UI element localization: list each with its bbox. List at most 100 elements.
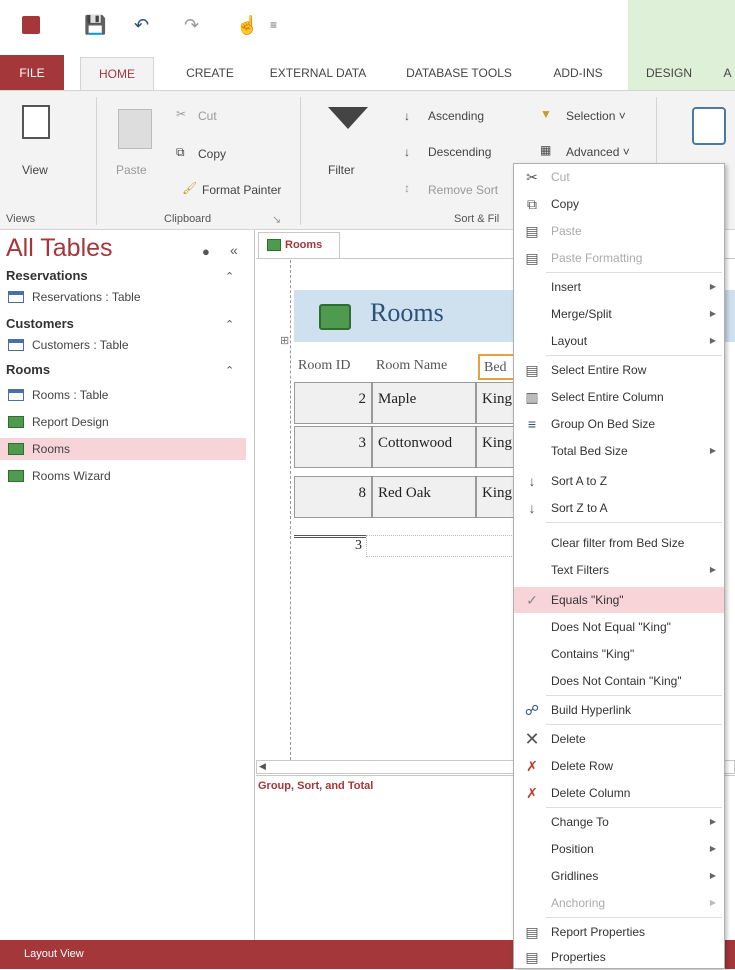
column-header-bed-size[interactable]: Bed: [478, 354, 518, 380]
nav-group-rooms[interactable]: Rooms: [6, 362, 50, 377]
nav-group-reservations[interactable]: Reservations: [6, 268, 88, 283]
undo-icon[interactable]: ↶: [134, 14, 149, 36]
menu-item-label: Select Entire Row: [551, 363, 647, 377]
tab-design[interactable]: DESIGN: [634, 55, 704, 91]
cell-room-name[interactable]: Red Oak: [372, 476, 476, 518]
menu-item-group-on[interactable]: ≡ Group On Bed Size: [514, 411, 724, 437]
menu-item-select-entire-column[interactable]: ▥ Select Entire Column: [514, 384, 724, 410]
remove-sort-button[interactable]: Remove Sort: [428, 183, 498, 197]
menu-item-equals-king[interactable]: ✓ Equals "King": [514, 587, 724, 613]
tab-database-tools[interactable]: DATABASE TOOLS: [396, 55, 522, 91]
refresh-all-icon[interactable]: [692, 107, 726, 145]
menu-item-cut[interactable]: ✂ Cut: [514, 164, 724, 190]
menu-item-label: Sort A to Z: [551, 474, 608, 488]
nav-group-customers[interactable]: Customers: [6, 316, 74, 331]
tab-add-ins[interactable]: ADD-INS: [540, 55, 616, 91]
cell-bed-size[interactable]: King: [476, 382, 518, 424]
menu-item-change-to[interactable]: Change To ▶: [514, 809, 724, 835]
cell-room-id[interactable]: 2: [294, 382, 372, 424]
record-count[interactable]: 3: [294, 535, 366, 557]
ascending-button[interactable]: Ascending: [428, 109, 484, 123]
menu-item-sort-a-to-z[interactable]: ↓ Sort A to Z: [514, 468, 724, 494]
layout-selector-icon[interactable]: ⊞: [280, 334, 289, 347]
report-logo-icon[interactable]: [319, 304, 351, 330]
nav-item-rooms-report-selected[interactable]: Rooms: [0, 438, 246, 460]
menu-item-layout[interactable]: Layout ▶: [514, 328, 724, 354]
collapse-icon[interactable]: ⌃: [225, 318, 234, 331]
nav-menu-icon[interactable]: ●: [202, 244, 210, 259]
cell-room-id[interactable]: 8: [294, 476, 372, 518]
menu-item-position[interactable]: Position ▶: [514, 836, 724, 862]
scroll-left-icon[interactable]: ◀: [259, 761, 266, 772]
tab-arrange-cutoff[interactable]: A: [720, 55, 735, 91]
menu-item-paste-formatting[interactable]: ▤ Paste Formatting: [514, 245, 724, 271]
redo-icon[interactable]: ↷: [184, 14, 199, 36]
menu-item-select-entire-row[interactable]: ▤ Select Entire Row: [514, 357, 724, 383]
tab-file[interactable]: FILE: [0, 55, 64, 91]
cut-button[interactable]: Cut: [198, 109, 217, 123]
menu-item-properties[interactable]: ▤ Properties: [514, 944, 724, 970]
cell-bed-size[interactable]: King: [476, 426, 518, 468]
shutter-bar-icon[interactable]: «: [230, 242, 238, 258]
cell-room-name[interactable]: Maple: [372, 382, 476, 424]
customize-qat-icon[interactable]: ≡: [270, 14, 277, 36]
filter-icon: [328, 107, 368, 129]
menu-item-delete[interactable]: ✕ Delete: [514, 726, 724, 752]
dialog-launcher-icon[interactable]: ↘: [272, 213, 281, 226]
nav-item-customers-table[interactable]: Customers : Table: [6, 334, 246, 356]
menu-item-contains-king[interactable]: Contains "King": [514, 641, 724, 667]
cell-bed-size[interactable]: King: [476, 476, 518, 518]
selection-button[interactable]: Selection ˅: [566, 109, 626, 123]
table-icon: [8, 291, 24, 303]
menu-item-text-filters[interactable]: Text Filters ▶: [514, 557, 724, 583]
menu-item-copy[interactable]: ⧉ Copy: [514, 191, 724, 217]
advanced-button[interactable]: Advanced ˅: [566, 145, 630, 159]
menu-item-delete-row[interactable]: ✗ Delete Row: [514, 753, 724, 779]
column-header-room-name[interactable]: Room Name: [372, 354, 476, 380]
menu-item-merge-split[interactable]: Merge/Split ▶: [514, 301, 724, 327]
column-header-room-id[interactable]: Room ID: [294, 354, 370, 380]
menu-item-does-not-contain-king[interactable]: Does Not Contain "King": [514, 668, 724, 694]
menu-item-sort-z-to-a[interactable]: ↓ Sort Z to A: [514, 495, 724, 521]
tab-external-data[interactable]: EXTERNAL DATA: [262, 55, 374, 91]
filter-button[interactable]: Filter: [328, 163, 355, 177]
report-title[interactable]: Rooms: [370, 298, 444, 328]
menu-item-total[interactable]: Total Bed Size ▶: [514, 438, 724, 464]
menu-item-paste[interactable]: ▤ Paste: [514, 218, 724, 244]
format-painter-button[interactable]: Format Painter: [202, 183, 281, 197]
cell-room-name[interactable]: Cottonwood: [372, 426, 476, 468]
submenu-arrow-icon: ▶: [709, 844, 716, 853]
nav-item-reservations-table[interactable]: Reservations : Table: [6, 286, 246, 308]
menu-item-report-properties[interactable]: ▤ Report Properties: [514, 919, 724, 945]
paste-button[interactable]: Paste: [116, 163, 147, 177]
table-icon: [8, 339, 24, 351]
menu-item-anchoring[interactable]: Anchoring ▶: [514, 890, 724, 916]
nav-item-report-design[interactable]: Report Design: [6, 411, 246, 433]
tab-create[interactable]: CREATE: [170, 55, 250, 91]
menu-item-label: Clear filter from Bed Size: [551, 536, 685, 550]
collapse-icon[interactable]: ⌃: [225, 364, 234, 377]
view-button[interactable]: View: [22, 163, 48, 177]
cell-room-id[interactable]: 3: [294, 426, 372, 468]
nav-pane-title[interactable]: All Tables: [6, 234, 113, 263]
nav-item-rooms-table[interactable]: Rooms : Table: [6, 384, 246, 406]
menu-item-insert[interactable]: Insert ▶: [514, 274, 724, 300]
group-sort-total-pane[interactable]: Group, Sort, and Total: [258, 780, 373, 792]
save-icon[interactable]: 💾: [84, 14, 106, 36]
submenu-arrow-icon: ▶: [709, 309, 716, 318]
menu-item-gridlines[interactable]: Gridlines ▶: [514, 863, 724, 889]
menu-item-delete-column[interactable]: ✗ Delete Column: [514, 780, 724, 806]
nav-item-rooms-wizard[interactable]: Rooms Wizard: [6, 465, 246, 487]
touch-mode-icon[interactable]: ☝: [236, 14, 258, 36]
descending-button[interactable]: Descending: [428, 145, 491, 159]
group-label-sort-filter: Sort & Fil: [454, 213, 500, 225]
menu-item-label: Change To: [551, 815, 609, 829]
checkmark-icon: ✓: [526, 592, 538, 608]
menu-item-build-hyperlink[interactable]: ☍ Build Hyperlink: [514, 697, 724, 723]
menu-item-clear-filter[interactable]: Clear filter from Bed Size: [514, 530, 724, 556]
document-tab-rooms[interactable]: Rooms: [258, 232, 340, 258]
copy-button[interactable]: Copy: [198, 147, 226, 161]
collapse-icon[interactable]: ⌃: [225, 270, 234, 283]
menu-item-does-not-equal-king[interactable]: Does Not Equal "King": [514, 614, 724, 640]
tab-home[interactable]: HOME: [80, 57, 154, 92]
